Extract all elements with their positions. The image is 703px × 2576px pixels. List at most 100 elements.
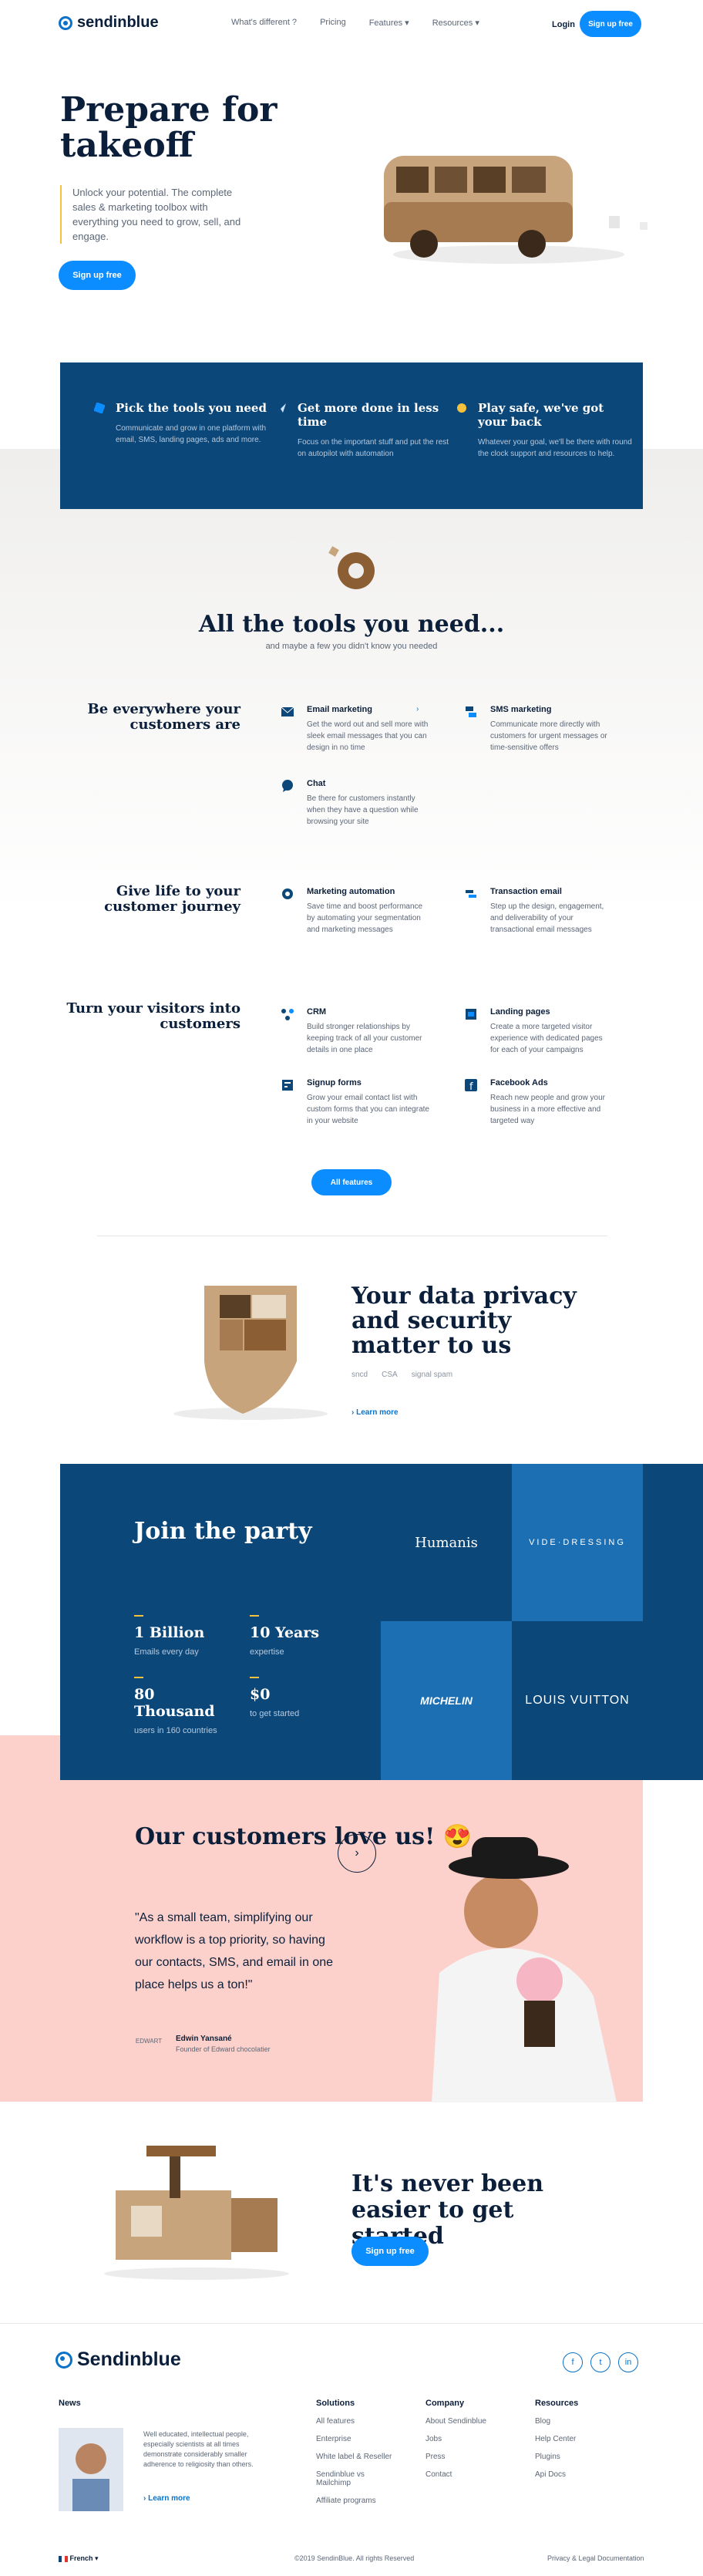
- legal-link[interactable]: Privacy & Legal Documentation: [547, 2554, 644, 2562]
- news-learn-more-link[interactable]: › Learn more: [143, 2494, 190, 2503]
- facebook-icon: f: [465, 1079, 477, 1092]
- group-title-visitors: Turn your visitors into customers: [66, 1000, 240, 1032]
- footer-link[interactable]: Jobs: [426, 2435, 486, 2443]
- grey-background-band: [0, 449, 703, 912]
- get-started-signup-button[interactable]: Sign up free: [352, 2237, 429, 2266]
- benefit-play-safe: Play safe, we've got your back Whatever y…: [457, 401, 632, 460]
- hero-title: Prepare for takeoff: [60, 90, 278, 165]
- footer-col-resources: Resources Blog Help Center Plugins Api D…: [535, 2399, 579, 2479]
- copyright: ©2019 SendinBlue. All rights Reserved: [294, 2554, 415, 2562]
- facebook-icon[interactable]: f: [563, 2352, 583, 2372]
- news-title: News: [59, 2399, 81, 2408]
- wooden-donut-illustration: [328, 546, 375, 589]
- footer-link[interactable]: Help Center: [535, 2435, 578, 2443]
- chevron-right-icon: ›: [143, 2494, 146, 2503]
- chevron-right-icon: ›: [355, 1846, 359, 1860]
- tool-marketing-automation[interactable]: Marketing automation Save time and boost …: [282, 887, 430, 936]
- brand-logo[interactable]: sendinblue: [59, 14, 159, 32]
- customer-logo: EDWART: [135, 2038, 163, 2045]
- logo-humanis: Humanis: [415, 1534, 478, 1551]
- social-links: f t in: [563, 2352, 638, 2372]
- main-nav: What's different ? Pricing Features ▾ Re…: [231, 18, 479, 28]
- nav-whats-different[interactable]: What's different ?: [231, 18, 297, 28]
- brand-mark-icon: [56, 2351, 72, 2369]
- benefit-pick-tools: Pick the tools you need Communicate and g…: [94, 401, 270, 446]
- chat-bubble-icon: [282, 780, 293, 792]
- join-party-panel: Join the party 1 Billion Emails every day…: [60, 1464, 703, 1780]
- testimonial-next-button[interactable]: ›: [338, 1834, 376, 1873]
- news-text: Well educated, intellectual people, espe…: [143, 2430, 254, 2468]
- tool-signup-forms[interactable]: Signup forms Grow your email contact list…: [282, 1078, 430, 1127]
- footer-link[interactable]: Api Docs: [535, 2470, 578, 2479]
- badge-signal-spam: signal spam: [411, 1371, 453, 1379]
- logo-michelin: MICHELIN: [381, 1621, 512, 1780]
- crm-dots-icon: [281, 1009, 294, 1020]
- gear-icon: [282, 888, 293, 899]
- privacy-title: Your data privacy and security matter to…: [352, 1283, 577, 1359]
- security-badges: sncd CSA signal spam: [352, 1371, 452, 1379]
- footer-link[interactable]: White label & Reseller: [316, 2453, 393, 2461]
- tools-title: All the tools you need...: [198, 611, 505, 638]
- signup-button-header[interactable]: Sign up free: [580, 11, 641, 37]
- nav-pricing[interactable]: Pricing: [320, 18, 346, 28]
- chevron-right-icon: ›: [352, 1408, 355, 1417]
- french-flag-icon: [59, 2555, 68, 2562]
- tool-transaction-email[interactable]: Transaction email Step up the design, eng…: [466, 887, 614, 936]
- customer-photo: [432, 1837, 617, 2102]
- footer-brand-logo[interactable]: Sendinblue: [56, 2348, 181, 2371]
- footer-link[interactable]: Enterprise: [316, 2435, 393, 2443]
- footer-link[interactable]: Affiliate programs: [316, 2497, 393, 2505]
- login-link[interactable]: Login: [552, 20, 575, 29]
- tool-sms-marketing[interactable]: SMS marketing Communicate more directly w…: [466, 705, 614, 754]
- customer-role: Founder of Edward chocolatier: [176, 2045, 271, 2053]
- customer-name: Edwin Yansané: [176, 2035, 232, 2043]
- group-title-everywhere: Be everywhere your customers are: [87, 701, 240, 733]
- footer-link[interactable]: Plugins: [535, 2453, 578, 2461]
- stat-price: $0 to get started: [250, 1677, 350, 1720]
- logo-louis-vuitton: LOUIS VUITTON: [525, 1694, 630, 1707]
- footer-link[interactable]: About Sendinblue: [426, 2417, 486, 2426]
- twitter-icon[interactable]: t: [590, 2352, 610, 2372]
- badge-csa: CSA: [382, 1371, 398, 1379]
- tool-landing-pages[interactable]: Landing pages Create a more targeted visi…: [466, 1007, 614, 1056]
- language-selector[interactable]: French ▾: [59, 2554, 99, 2563]
- footer-link[interactable]: Contact: [426, 2470, 486, 2479]
- party-title: Join the party: [134, 1518, 312, 1545]
- brand-mark-icon: [59, 15, 72, 30]
- brand-name: sendinblue: [77, 14, 159, 31]
- hero-signup-button[interactable]: Sign up free: [59, 261, 136, 290]
- envelope-icon: [281, 706, 294, 716]
- svg-text:f: f: [469, 1081, 473, 1092]
- footer-link[interactable]: Press: [426, 2453, 486, 2461]
- circle-icon: [457, 403, 466, 413]
- chevron-right-icon: ›: [416, 705, 419, 713]
- tool-chat[interactable]: Chat Be there for customers instantly whe…: [282, 779, 430, 828]
- nav-resources[interactable]: Resources ▾: [432, 18, 479, 28]
- footer-link[interactable]: Sendinblue vs Mailchimp: [316, 2470, 393, 2487]
- tool-facebook-ads[interactable]: f Facebook Ads Reach new people and grow …: [465, 1078, 614, 1127]
- site-header: sendinblue What's different ? Pricing Fe…: [0, 0, 703, 46]
- logo-vide-dressing: VIDE·DRESSING: [512, 1464, 643, 1621]
- chevron-down-icon: ▾: [475, 19, 479, 28]
- footer-col-company: Company About Sendinblue Jobs Press Cont…: [426, 2399, 486, 2479]
- transaction-arrows-icon: [466, 890, 476, 898]
- all-features-button[interactable]: All features: [311, 1169, 392, 1195]
- wooden-shield-illustration: [173, 1286, 328, 1420]
- footer-divider: [0, 2323, 703, 2324]
- benefit-get-more-done: Get more done in less time Focus on the i…: [277, 401, 452, 460]
- benefits-panel: Pick the tools you need Communicate and g…: [60, 362, 643, 509]
- tool-crm[interactable]: CRM Build stronger relationships by keepi…: [281, 1007, 430, 1056]
- wooden-van-illustration: [384, 156, 648, 264]
- tools-subtitle: and maybe a few you didn't know you need…: [265, 642, 438, 651]
- footer-link[interactable]: Blog: [535, 2417, 578, 2426]
- chevron-down-icon: ▾: [405, 19, 409, 28]
- wooden-machine-illustration: [104, 2146, 289, 2280]
- footer-link[interactable]: All features: [316, 2417, 393, 2426]
- tool-email-marketing[interactable]: Email marketing Get the word out and sell…: [281, 705, 430, 754]
- stat-emails: 1 Billion Emails every day: [134, 1615, 234, 1658]
- landing-page-icon: [466, 1009, 476, 1020]
- badge-sncd: sncd: [352, 1371, 368, 1379]
- linkedin-icon[interactable]: in: [618, 2352, 638, 2372]
- privacy-learn-more-link[interactable]: › Learn more: [352, 1408, 399, 1417]
- nav-features[interactable]: Features ▾: [369, 18, 409, 28]
